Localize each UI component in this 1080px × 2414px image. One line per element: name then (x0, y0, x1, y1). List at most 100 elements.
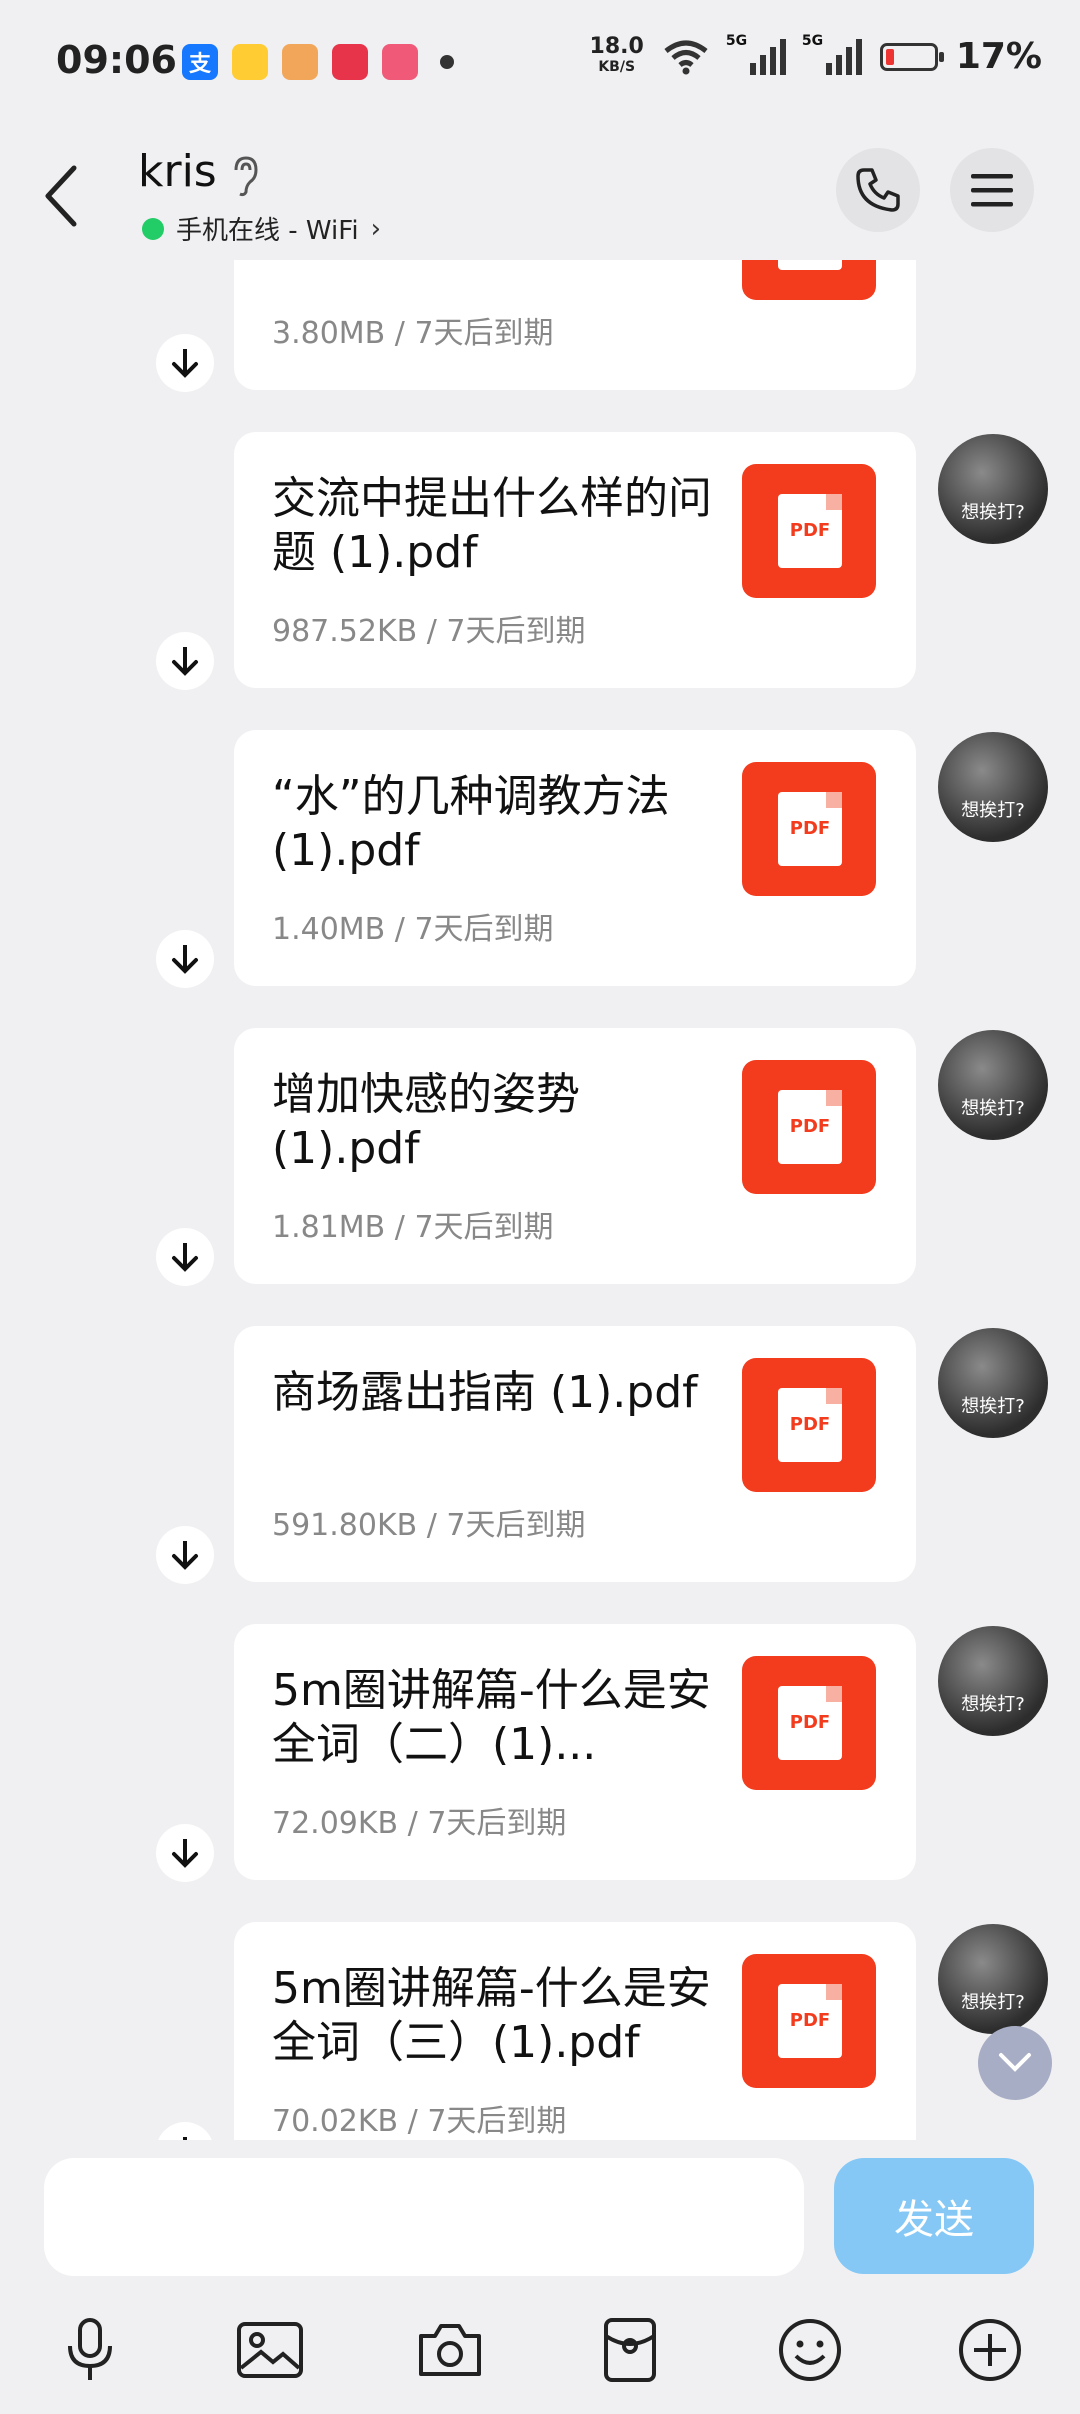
online-status-text: 手机在线 - WiFi (176, 216, 359, 246)
image-button[interactable] (230, 2310, 310, 2390)
chevron-down-icon (999, 2053, 1031, 2072)
pdf-label: PDF (789, 520, 831, 541)
voice-call-button[interactable] (836, 148, 920, 232)
file-message-bubble[interactable]: 3.80MB / 7天后到期 PDF (234, 260, 916, 390)
avatar[interactable]: 想挨打? (938, 1924, 1048, 2034)
back-arrow-icon[interactable] (38, 160, 86, 232)
plus-button[interactable] (950, 2310, 1030, 2390)
download-arrow-icon (172, 1839, 198, 1868)
file-meta: 1.40MB / 7天后到期 (272, 912, 554, 947)
file-message-bubble[interactable]: 商场露出指南 (1).pdf 591.80KB / 7天后到期 PDF (234, 1326, 916, 1582)
file-meta: 987.52KB / 7天后到期 (272, 614, 586, 649)
avatar[interactable]: 想挨打? (938, 1030, 1048, 1140)
download-arrow-icon (172, 1541, 198, 1570)
wifi-icon (664, 40, 708, 74)
pdf-label: PDF (789, 2010, 831, 2031)
hamburger-menu-icon (971, 174, 1013, 207)
red-packet-icon (604, 2318, 656, 2382)
message-input[interactable] (44, 2158, 804, 2276)
emoji-button[interactable] (770, 2310, 850, 2390)
download-arrow-icon (172, 349, 198, 378)
file-message-bubble[interactable]: “水”的几种调教方法 (1).pdf 1.40MB / 7天后到期 PDF (234, 730, 916, 986)
phone-icon (856, 168, 900, 212)
battery-percent: 17% (955, 36, 1042, 77)
status-right: 18.0 KB/S 5G 5G 17% (589, 32, 1042, 78)
online-status[interactable]: 手机在线 - WiFi › (142, 210, 381, 247)
pdf-file-icon: PDF (742, 762, 876, 896)
alipay-icon: 支 (182, 44, 218, 80)
camera-button[interactable] (410, 2310, 490, 2390)
file-name: 商场露出指南 (1).pdf (272, 1367, 698, 1418)
red-packet-button[interactable] (590, 2310, 670, 2390)
battery-icon (879, 42, 944, 71)
online-dot (142, 217, 164, 240)
file-name: 增加快感的姿势 (1).pdf (272, 1069, 580, 1174)
emoji-icon (779, 2319, 841, 2381)
avatar-text: 想挨打? (961, 1694, 1025, 1715)
signal-label-1: 5G (725, 32, 748, 49)
avatar-text: 想挨打? (961, 1992, 1025, 2013)
notification-icons: 支 (182, 44, 454, 80)
avatar[interactable]: 想挨打? (938, 1626, 1048, 1736)
file-message-bubble[interactable]: 5m圈讲解篇-什么是安全词（三）(1).pdf 70.02KB / 7天后到期 … (234, 1922, 916, 2140)
pdf-label: PDF (789, 1712, 831, 1733)
message-list[interactable]: 3.80MB / 7天后到期 PDF 想挨打? 交流中提出什么样的问题 (1).… (0, 260, 1080, 2140)
download-button[interactable] (156, 1228, 214, 1286)
image-icon (237, 2322, 303, 2378)
contact-name[interactable]: kris (138, 146, 217, 197)
file-meta: 3.80MB / 7天后到期 (272, 316, 554, 351)
file-message-bubble[interactable]: 5m圈讲解篇-什么是安全词（二）(1)... 72.09KB / 7天后到期 P… (234, 1624, 916, 1880)
camera-icon (419, 2324, 481, 2376)
download-arrow-icon (172, 945, 198, 974)
composer-toolbar (0, 2310, 1080, 2410)
download-button[interactable] (156, 2122, 214, 2140)
send-button[interactable]: 发送 (834, 2158, 1034, 2274)
file-meta: 591.80KB / 7天后到期 (272, 1508, 586, 1543)
chat-header: kris 手机在线 - WiFi › (0, 130, 1080, 260)
download-button[interactable] (156, 632, 214, 690)
download-button[interactable] (156, 930, 214, 988)
game-icon (282, 44, 318, 80)
calendar-icon (382, 44, 418, 80)
file-name: 交流中提出什么样的问题 (1).pdf (272, 473, 712, 578)
microphone-icon (68, 2318, 112, 2380)
microphone-button[interactable] (50, 2310, 130, 2390)
avatar[interactable]: 想挨打? (938, 1328, 1048, 1438)
avatar[interactable]: 想挨打? (938, 732, 1048, 842)
download-arrow-icon (172, 647, 198, 676)
avatar-text: 想挨打? (961, 1396, 1025, 1417)
network-speed-value: 18.0 (589, 33, 644, 59)
pdf-file-icon: PDF (742, 1060, 876, 1194)
file-name: 5m圈讲解篇-什么是安全词（三）(1).pdf (272, 1963, 711, 2068)
download-button[interactable] (156, 334, 214, 392)
more-notifications-dot (440, 55, 454, 69)
signal-label-2: 5G (801, 32, 824, 49)
file-meta: 70.02KB / 7天后到期 (272, 2104, 567, 2139)
signal-icon-2: 5G (802, 33, 862, 75)
menu-button[interactable] (950, 148, 1034, 232)
status-bar: 09:06 支 18.0 KB/S 5G 5G 17% (0, 0, 1080, 130)
pdf-file-icon: PDF (742, 464, 876, 598)
scroll-to-bottom-button[interactable] (978, 2026, 1052, 2100)
file-name: “水”的几种调教方法 (1).pdf (272, 771, 670, 876)
pdf-label: PDF (789, 1116, 831, 1137)
health-icon (332, 44, 368, 80)
notes-icon (232, 44, 268, 80)
avatar[interactable]: 想挨打? (938, 434, 1048, 544)
file-message-bubble[interactable]: 增加快感的姿势 (1).pdf 1.81MB / 7天后到期 PDF (234, 1028, 916, 1284)
ear-icon[interactable] (230, 154, 260, 198)
battery-fill (885, 48, 894, 65)
download-button[interactable] (156, 1526, 214, 1584)
network-speed-unit: KB/S (598, 58, 636, 75)
file-message-bubble[interactable]: 交流中提出什么样的问题 (1).pdf 987.52KB / 7天后到期 PDF (234, 432, 916, 688)
pdf-label: PDF (789, 1414, 831, 1435)
file-meta: 72.09KB / 7天后到期 (272, 1806, 567, 1841)
plus-icon (959, 2319, 1021, 2381)
pdf-file-icon: PDF (742, 1358, 876, 1492)
download-button[interactable] (156, 1824, 214, 1882)
avatar-text: 想挨打? (961, 502, 1025, 523)
avatar-text: 想挨打? (961, 800, 1025, 821)
pdf-file-icon: PDF (742, 1954, 876, 2088)
file-name: 5m圈讲解篇-什么是安全词（二）(1)... (272, 1665, 711, 1770)
chevron-right-icon: › (370, 213, 381, 244)
